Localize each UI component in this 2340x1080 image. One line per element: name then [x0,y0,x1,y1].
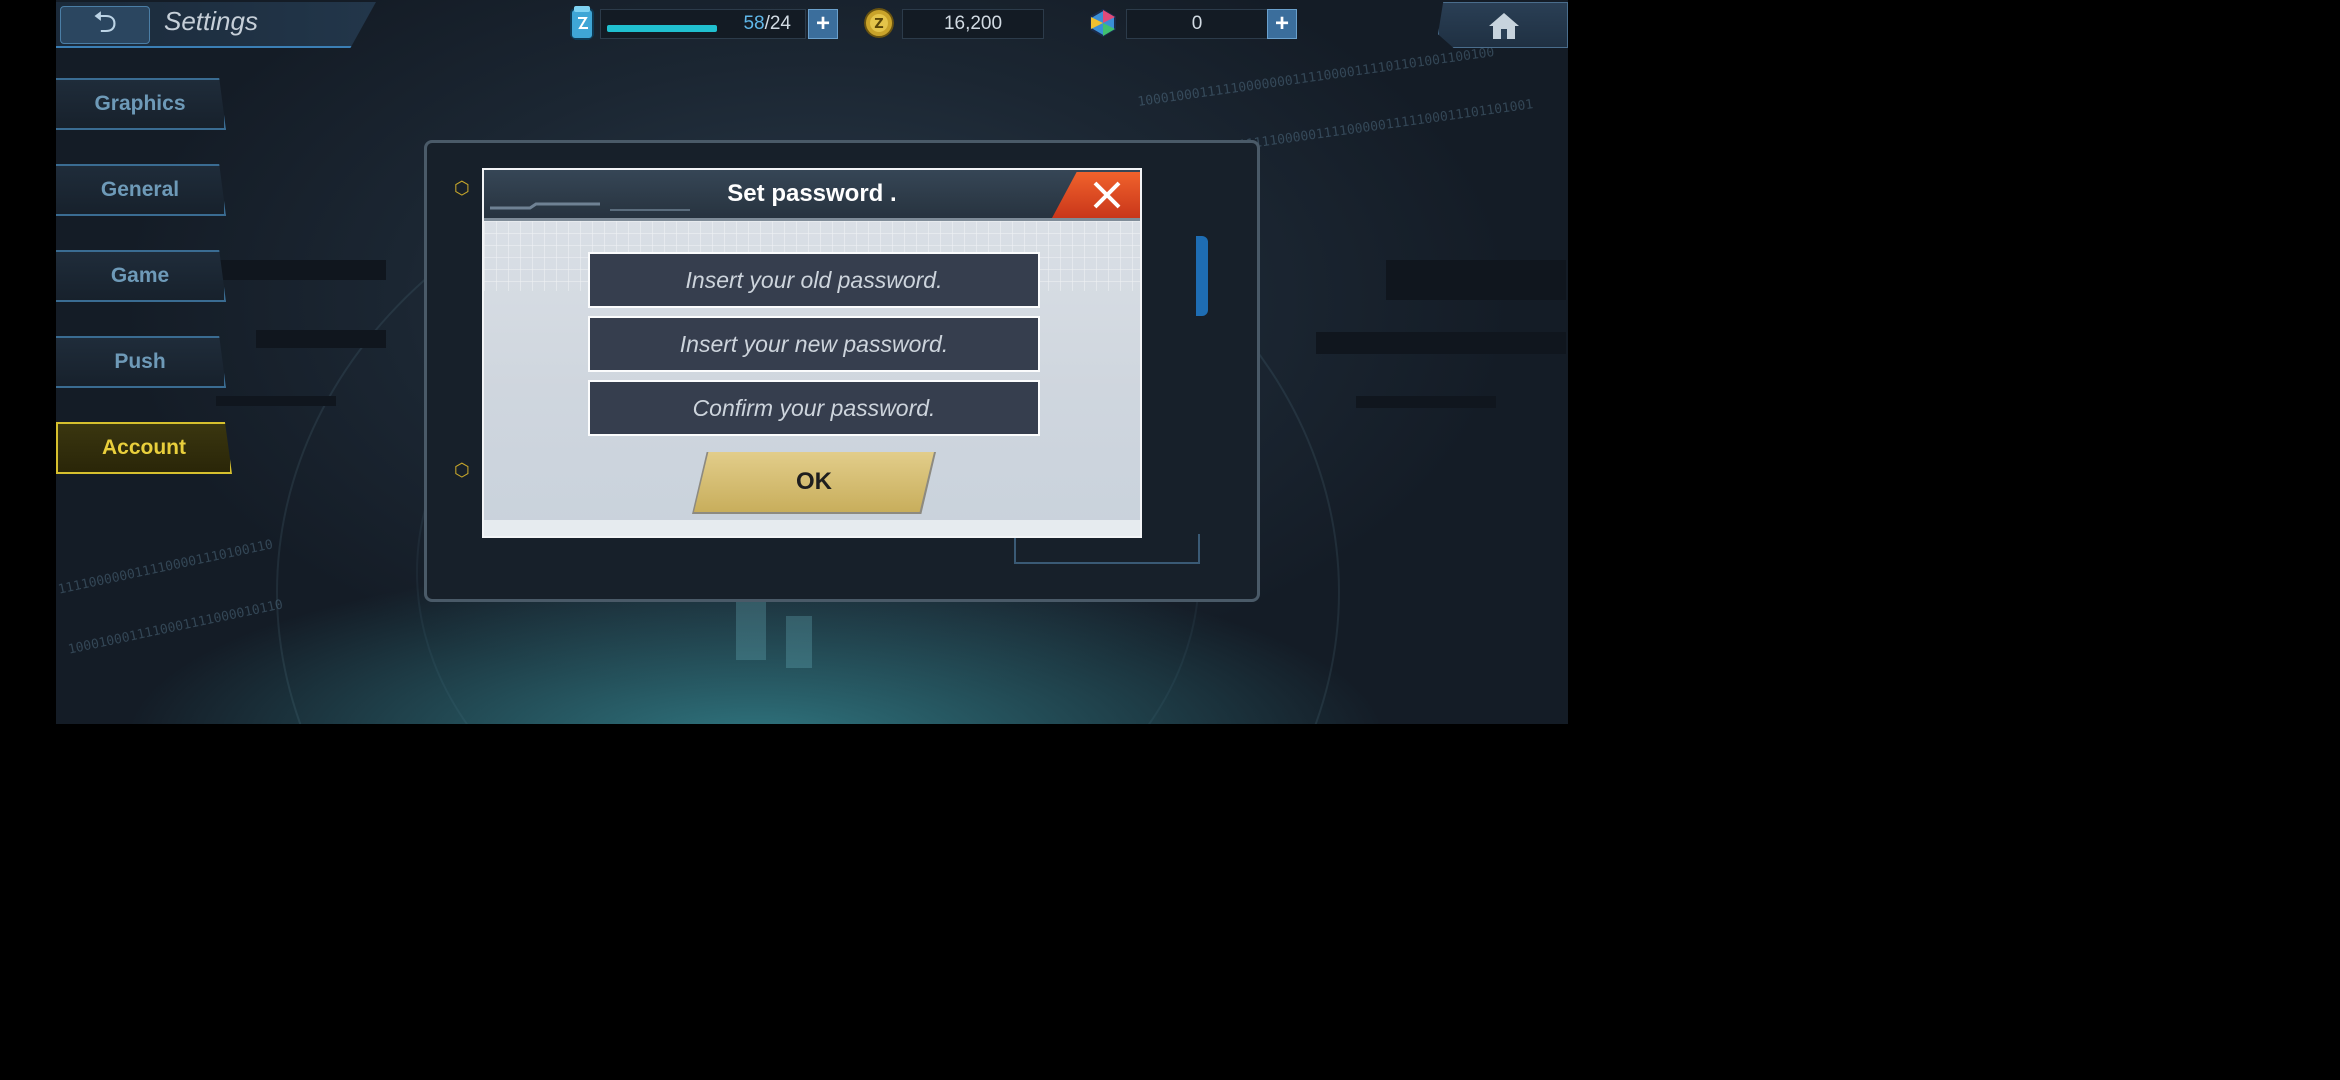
top-bar: ⮌ Settings 58/24 + Z 16,200 0 + [56,0,1568,48]
nav-general[interactable]: General [56,164,226,216]
background-shape [786,616,812,668]
energy-bar [607,25,717,32]
hex-bullet-icon: ⬡ [454,460,470,480]
add-energy-button[interactable]: + [808,9,838,39]
nav-label: Push [114,350,166,373]
gem-icon [1090,8,1116,38]
background-shape [206,260,386,280]
nav-label: Game [110,264,170,287]
coin-counter: 16,200 [902,9,1044,39]
energy-can-icon [570,6,594,40]
hex-bullet-icon: ⬡ [454,178,470,198]
background-binary: 1000100011110001111000010110 [66,597,285,658]
home-icon [1489,13,1519,39]
nav-graphics[interactable]: Graphics [56,78,226,130]
nav-label: General [100,178,180,201]
svg-text:Z: Z [874,17,883,32]
nav-push[interactable]: Push [56,336,226,388]
energy-counter: 58/24 [600,9,806,39]
dialog-title: Set password . [727,180,897,207]
add-gems-button[interactable]: + [1267,9,1297,39]
panel-button-edge [1014,534,1200,564]
back-arrow-icon: ⮌ [92,5,118,39]
background-shape [1386,260,1566,300]
zeni-coin-icon: Z [864,8,894,38]
background-shape [256,330,386,348]
nav-account[interactable]: Account [56,422,232,474]
ok-button[interactable]: OK [694,452,934,512]
close-icon [1093,181,1121,209]
new-password-field[interactable] [588,316,1040,372]
nav-game[interactable]: Game [56,250,226,302]
old-password-field[interactable] [588,252,1040,308]
plus-icon: + [815,10,830,37]
nav-label: Account [102,436,186,459]
background-shape [216,396,336,406]
energy-max: /24 [764,13,791,34]
home-button[interactable] [1438,2,1568,48]
set-password-dialog: Set password . OK [482,168,1142,538]
panel-button-edge [1196,236,1208,316]
back-button[interactable]: ⮌ [60,6,150,44]
background-binary: 1000100011111000000011110000111101101001… [1136,45,1496,110]
energy-current: 58 [743,13,765,34]
confirm-password-field[interactable] [588,380,1040,436]
background-binary: 1111000000111100001110100110 [56,537,275,598]
background-shape [1316,332,1566,354]
dialog-footer [484,520,1140,536]
nav-label: Graphics [94,92,186,115]
gem-counter: 0 [1126,9,1268,39]
game-screen: 1000100011111000000011110000111101101001… [56,0,1568,724]
page-title: Settings [164,6,258,36]
plus-icon: + [1274,10,1289,37]
background-shape [1356,396,1496,408]
